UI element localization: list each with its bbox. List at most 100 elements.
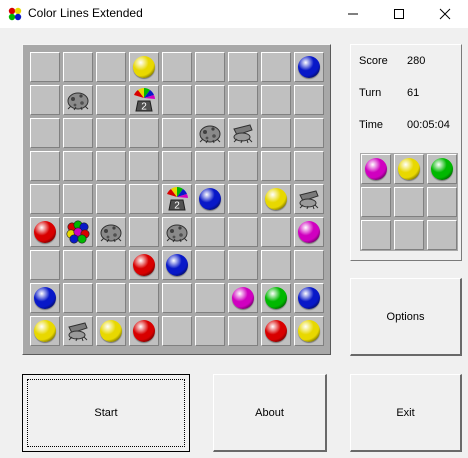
board-cell[interactable]	[195, 85, 225, 115]
board-cell[interactable]	[30, 52, 60, 82]
rock-icon[interactable]	[65, 87, 91, 113]
board-cell[interactable]	[96, 118, 126, 148]
board-cell[interactable]: 2	[162, 184, 192, 214]
board-cell[interactable]	[228, 283, 258, 313]
yellow-ball[interactable]	[298, 320, 320, 342]
board-cell[interactable]	[261, 85, 291, 115]
board-cell[interactable]	[96, 217, 126, 247]
maximize-control[interactable]	[376, 0, 422, 28]
board-cell[interactable]	[30, 118, 60, 148]
red-ball[interactable]	[265, 320, 287, 342]
board-cell[interactable]	[228, 316, 258, 346]
rainbow-bomb-icon[interactable]: 2	[131, 87, 157, 113]
board-cell[interactable]	[294, 52, 324, 82]
board-cell[interactable]	[129, 52, 159, 82]
blue-ball[interactable]	[34, 287, 56, 309]
rainbow-bomb-icon[interactable]: 2	[164, 186, 190, 212]
blue-ball[interactable]	[298, 56, 320, 78]
board-cell[interactable]	[294, 85, 324, 115]
multicolor-balls-icon[interactable]	[65, 219, 91, 245]
close-control[interactable]	[422, 0, 468, 28]
board-cell[interactable]: 2	[129, 85, 159, 115]
board-cell[interactable]	[63, 250, 93, 280]
board-cell[interactable]	[261, 118, 291, 148]
board-cell[interactable]	[294, 283, 324, 313]
board-cell[interactable]	[294, 118, 324, 148]
board-cell[interactable]	[294, 250, 324, 280]
board-cell[interactable]	[195, 151, 225, 181]
rock-icon[interactable]	[197, 120, 223, 146]
start-button[interactable]: Start	[22, 374, 190, 452]
board-cell[interactable]	[162, 85, 192, 115]
board-cell[interactable]	[96, 250, 126, 280]
board-cell[interactable]	[30, 316, 60, 346]
board-cell[interactable]	[195, 217, 225, 247]
blue-ball[interactable]	[166, 254, 188, 276]
board-cell[interactable]	[294, 316, 324, 346]
board-cell[interactable]	[129, 283, 159, 313]
board-cell[interactable]	[162, 151, 192, 181]
board-cell[interactable]	[96, 316, 126, 346]
green-ball[interactable]	[265, 287, 287, 309]
rock-icon[interactable]	[164, 219, 190, 245]
board-cell[interactable]	[228, 52, 258, 82]
board-cell[interactable]	[63, 316, 93, 346]
red-ball[interactable]	[34, 221, 56, 243]
red-ball[interactable]	[133, 254, 155, 276]
board-cell[interactable]	[30, 184, 60, 214]
rock-icon[interactable]	[98, 219, 124, 245]
board-cell[interactable]	[195, 52, 225, 82]
board-cell[interactable]	[195, 184, 225, 214]
about-button[interactable]: About	[213, 374, 327, 452]
board-cell[interactable]	[228, 184, 258, 214]
board-cell[interactable]	[195, 316, 225, 346]
yellow-ball[interactable]	[34, 320, 56, 342]
options-button[interactable]: Options	[350, 278, 462, 356]
board-cell[interactable]	[30, 250, 60, 280]
board-cell[interactable]	[195, 250, 225, 280]
board-cell[interactable]	[228, 250, 258, 280]
board-cell[interactable]	[261, 283, 291, 313]
board-cell[interactable]	[129, 151, 159, 181]
board-cell[interactable]	[228, 217, 258, 247]
board-cell[interactable]	[162, 52, 192, 82]
board-cell[interactable]	[162, 250, 192, 280]
board-cell[interactable]	[63, 283, 93, 313]
board-cell[interactable]	[96, 283, 126, 313]
board-cell[interactable]	[129, 250, 159, 280]
minimize-control[interactable]	[330, 0, 376, 28]
yellow-ball[interactable]	[100, 320, 122, 342]
board-cell[interactable]	[129, 217, 159, 247]
board-cell[interactable]	[162, 118, 192, 148]
yellow-ball[interactable]	[265, 188, 287, 210]
board-cell[interactable]	[195, 283, 225, 313]
board-cell[interactable]	[30, 151, 60, 181]
board-cell[interactable]	[30, 283, 60, 313]
board-cell[interactable]	[63, 118, 93, 148]
board-cell[interactable]	[63, 52, 93, 82]
board-cell[interactable]	[129, 316, 159, 346]
exit-button[interactable]: Exit	[350, 374, 462, 452]
board-cell[interactable]	[96, 85, 126, 115]
magenta-ball[interactable]	[232, 287, 254, 309]
board-cell[interactable]	[129, 118, 159, 148]
board-cell[interactable]	[261, 52, 291, 82]
board-cell[interactable]	[63, 85, 93, 115]
board-cell[interactable]	[294, 184, 324, 214]
board-cell[interactable]	[261, 217, 291, 247]
board-cell[interactable]	[96, 52, 126, 82]
board-cell[interactable]	[195, 118, 225, 148]
board-cell[interactable]	[63, 184, 93, 214]
magenta-ball[interactable]	[298, 221, 320, 243]
blue-ball[interactable]	[199, 188, 221, 210]
board-cell[interactable]	[162, 316, 192, 346]
cannon-icon[interactable]	[230, 120, 256, 146]
board-cell[interactable]	[261, 151, 291, 181]
board-cell[interactable]	[228, 118, 258, 148]
board-cell[interactable]	[63, 151, 93, 181]
cannon-icon[interactable]	[296, 186, 322, 212]
yellow-ball[interactable]	[133, 56, 155, 78]
board-cell[interactable]	[129, 184, 159, 214]
board-cell[interactable]	[294, 217, 324, 247]
board-cell[interactable]	[261, 316, 291, 346]
